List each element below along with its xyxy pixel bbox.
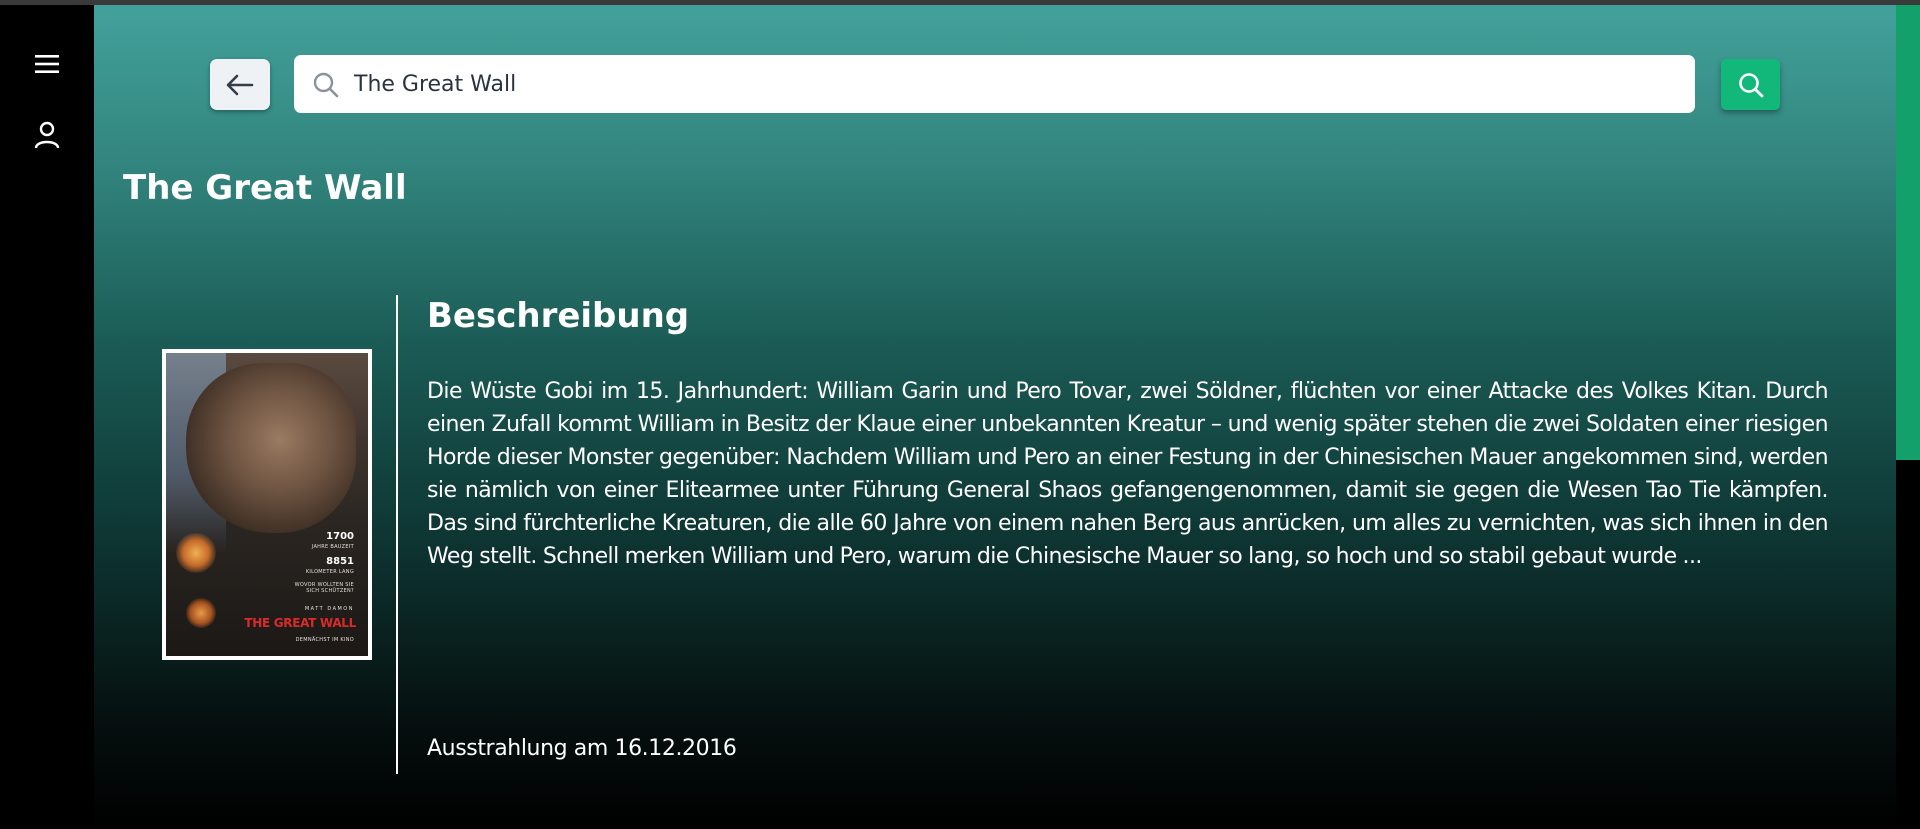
poster-explosion bbox=[176, 533, 216, 573]
search-box[interactable] bbox=[294, 55, 1695, 113]
user-icon bbox=[34, 121, 60, 149]
poster-stat-number: 8851 bbox=[326, 556, 354, 567]
poster-explosion bbox=[186, 598, 216, 628]
back-button[interactable] bbox=[210, 59, 270, 110]
search-button[interactable] bbox=[1721, 59, 1780, 110]
description-heading: Beschreibung bbox=[427, 296, 690, 336]
search-icon bbox=[313, 72, 339, 98]
poster-title: THE GREAT WALL bbox=[244, 616, 356, 630]
poster-face bbox=[186, 363, 356, 533]
poster-footer: DEMNÄCHST IM KINO bbox=[295, 637, 354, 643]
poster-actor: MATT DAMON bbox=[304, 606, 354, 612]
poster-tagline: WOVOR WOLLTEN SIE SICH SCHÜTZEN? bbox=[294, 582, 354, 594]
search-input[interactable] bbox=[354, 55, 1674, 113]
movie-poster[interactable]: 1700 JAHRE BAUZEIT 8851 KILOMETER LANG W… bbox=[162, 349, 372, 660]
poster-stat-label: JAHRE BAUZEIT bbox=[311, 544, 354, 550]
page-title: The Great Wall bbox=[123, 168, 407, 208]
arrow-left-icon bbox=[226, 74, 254, 95]
sidebar bbox=[0, 5, 94, 829]
hamburger-menu-icon bbox=[35, 55, 59, 73]
poster-stat-label: KILOMETER LANG bbox=[305, 569, 354, 575]
poster-stat-number: 1700 bbox=[326, 531, 354, 542]
airdate-text: Ausstrahlung am 16.12.2016 bbox=[427, 736, 737, 761]
menu-button[interactable] bbox=[27, 44, 67, 84]
vertical-divider bbox=[396, 295, 398, 774]
description-text: Die Wüste Gobi im 15. Jahrhundert: Willi… bbox=[427, 379, 1829, 569]
search-icon bbox=[1738, 72, 1763, 97]
scrollbar-thumb[interactable] bbox=[1896, 5, 1920, 460]
user-profile-button[interactable] bbox=[27, 115, 67, 155]
